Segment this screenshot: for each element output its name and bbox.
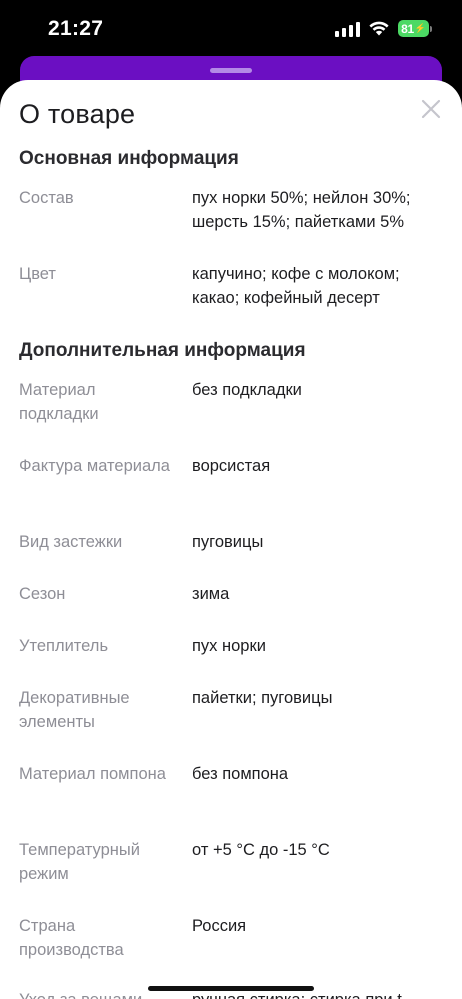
status-indicators: 81 ⚡ bbox=[335, 20, 432, 37]
close-icon[interactable] bbox=[418, 96, 444, 122]
battery-icon: 81 ⚡ bbox=[398, 20, 432, 37]
spec-value: пайетки; пуговицы bbox=[192, 689, 333, 707]
battery-level: 81 bbox=[401, 21, 414, 36]
sheet-title: О товаре bbox=[19, 99, 136, 129]
spec-label: Страна производства bbox=[19, 917, 124, 959]
product-info-sheet: О товаре Основная информация Состав пух … bbox=[0, 80, 462, 999]
sheet-grabber[interactable] bbox=[210, 68, 252, 73]
spec-value: без помпона bbox=[192, 765, 289, 783]
section-title-additional: Дополнительная информация bbox=[19, 340, 306, 361]
spec-value: пух норки 50%; нейлон 30%; шерсть 15%; п… bbox=[192, 189, 411, 231]
spec-value: зима bbox=[192, 585, 230, 603]
spec-label: Утеплитель bbox=[19, 637, 109, 655]
wifi-icon bbox=[369, 21, 389, 36]
spec-label: Температурный режим bbox=[19, 841, 140, 883]
home-indicator[interactable] bbox=[148, 986, 314, 991]
spec-label: Декоративные элементы bbox=[19, 689, 130, 731]
spec-label: Вид застежки bbox=[19, 533, 123, 551]
cellular-signal-icon bbox=[335, 21, 360, 37]
spec-value: пуговицы bbox=[192, 533, 264, 551]
status-time: 21:27 bbox=[48, 17, 104, 40]
spec-label: Материал помпона bbox=[19, 765, 166, 783]
section-title-main: Основная информация bbox=[19, 148, 239, 169]
spec-label: Материал подкладки bbox=[19, 381, 99, 423]
spec-label: Состав bbox=[19, 189, 74, 207]
spec-value: капучино; кофе с молоком; какао; кофейны… bbox=[192, 265, 400, 307]
spec-label: Цвет bbox=[19, 265, 56, 283]
status-bar: 21:27 81 ⚡ bbox=[0, 0, 462, 56]
spec-value: ворсистая bbox=[192, 457, 271, 475]
spec-value: без подкладки bbox=[192, 381, 302, 399]
spec-value: Россия bbox=[192, 917, 247, 935]
spec-label: Сезон bbox=[19, 585, 66, 603]
spec-label: Фактура материала bbox=[19, 457, 170, 475]
spec-value: от +5 °C до -15 °C bbox=[192, 841, 330, 859]
spec-value: пух норки bbox=[192, 637, 266, 655]
